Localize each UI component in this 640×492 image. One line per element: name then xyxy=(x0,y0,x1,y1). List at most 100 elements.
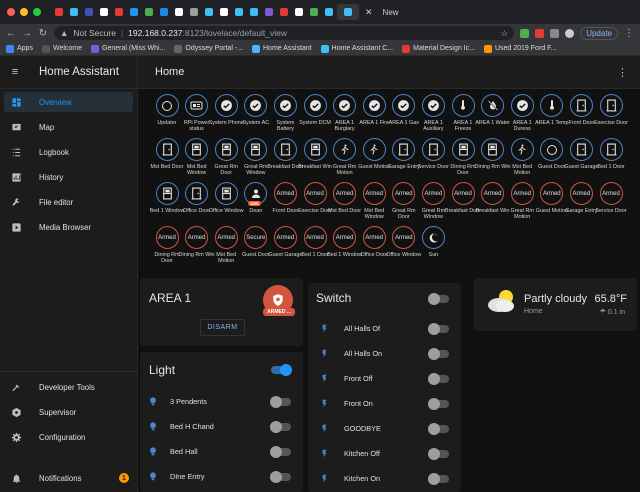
state-badge[interactable]: Armed Guest Motion xyxy=(536,182,568,214)
switch-toggle[interactable] xyxy=(428,347,449,360)
menu-toggle-icon[interactable]: ≡ xyxy=(0,66,30,78)
state-badge[interactable]: Bed 1 Door xyxy=(596,138,626,170)
state-badge[interactable]: Great Rm Door xyxy=(211,138,241,176)
switch-row[interactable]: All Halls On xyxy=(308,347,461,360)
sidebar-item-history[interactable]: History xyxy=(4,167,133,187)
state-badge[interactable]: Office Window xyxy=(209,182,244,214)
sidebar-item-supervisor[interactable]: Supervisor xyxy=(4,402,133,422)
light-row[interactable]: Bed H Chand xyxy=(140,420,303,433)
switch-row[interactable]: All Halls Of xyxy=(308,322,461,335)
state-badge[interactable]: Armed Bed 1 Window xyxy=(327,226,362,258)
state-badge[interactable]: Armed Mst Bed Window xyxy=(359,182,389,220)
state-badge[interactable]: Armed Mst Bed Door xyxy=(328,182,361,214)
weather-card[interactable]: Partly cloudy Home 65.8°F ☂ 0.1 in xyxy=(474,278,637,331)
bookmark-item[interactable]: Home Assistant C... xyxy=(320,44,393,53)
bookmark-item[interactable]: Apps xyxy=(6,44,33,53)
browser-tab[interactable] xyxy=(322,4,335,20)
state-badge[interactable]: Armed Bed 1 Door xyxy=(300,226,330,258)
browser-tab[interactable] xyxy=(67,4,80,20)
browser-tab[interactable] xyxy=(262,4,275,20)
bookmark-item[interactable]: Home Assistant xyxy=(252,44,312,53)
state-badge[interactable]: Armed Great Rm Window xyxy=(418,182,448,220)
state-badge[interactable]: Service Door xyxy=(418,138,449,170)
state-badge[interactable]: Armed Office Door xyxy=(359,226,389,258)
browser-tab[interactable] xyxy=(112,4,125,20)
state-badge[interactable]: Secure Guest Door xyxy=(241,226,271,258)
switch-row[interactable]: GOODBYE xyxy=(308,422,461,435)
state-badge[interactable]: System AC xyxy=(241,94,271,126)
minimize-window-button[interactable] xyxy=(20,8,28,16)
state-badge[interactable]: Mst Bed Window xyxy=(182,138,212,176)
state-badge[interactable]: AREA 1 Burglary xyxy=(330,94,360,132)
state-badge[interactable]: Front Door xyxy=(566,94,596,126)
state-badge[interactable]: Armed Great Rm Motion xyxy=(507,182,537,220)
more-options-icon[interactable]: ⋮ xyxy=(617,66,628,79)
browser-tab[interactable] xyxy=(232,4,245,20)
switch-toggle[interactable] xyxy=(428,472,449,485)
switch-toggle[interactable] xyxy=(428,322,449,335)
state-badge[interactable]: Armed Great Rm Door xyxy=(389,182,419,220)
new-tab-button[interactable]: New xyxy=(383,8,399,17)
sidebar-item-overview[interactable]: Overview xyxy=(4,92,133,112)
bookmark-item[interactable]: Material Design Ic... xyxy=(402,44,475,53)
switch-toggle[interactable] xyxy=(428,422,449,435)
switch-toggle[interactable] xyxy=(428,447,449,460)
close-window-button[interactable] xyxy=(7,8,15,16)
switch-row[interactable]: Kitchen On xyxy=(308,472,461,485)
state-badge[interactable]: AREA 1 Water xyxy=(475,94,510,126)
browser-tab[interactable] xyxy=(292,4,305,20)
light-toggle[interactable] xyxy=(270,470,291,483)
sidebar-item-notifications[interactable]: Notifications 1 xyxy=(4,468,133,488)
browser-tab[interactable] xyxy=(52,4,65,20)
sidebar-item-file-editor[interactable]: File editor xyxy=(4,192,133,212)
switch-row[interactable]: Front On xyxy=(308,397,461,410)
browser-tab[interactable] xyxy=(202,4,215,20)
browser-tab[interactable] xyxy=(277,4,290,20)
state-badge[interactable]: System Battery xyxy=(270,94,300,132)
state-badge[interactable]: Exercise Door xyxy=(594,94,628,126)
state-badge[interactable]: Garage Entry xyxy=(388,138,420,170)
state-badge[interactable]: Armed Exercise Door xyxy=(298,182,332,214)
state-badge[interactable]: Armed Front Door xyxy=(270,182,300,214)
sidebar-item-map[interactable]: Map xyxy=(4,117,133,137)
bookmark-item[interactable]: Welcome xyxy=(41,44,82,53)
state-badge[interactable]: Bed 1 Window xyxy=(150,182,184,214)
browser-tab[interactable] xyxy=(82,4,95,20)
address-bar[interactable]: ▲ Not Secure | 192.168.0.237:8123/lovela… xyxy=(54,26,515,40)
browser-tab[interactable] xyxy=(142,4,155,20)
light-row[interactable]: DIne Entry xyxy=(140,470,303,483)
light-toggle[interactable] xyxy=(270,420,291,433)
sidebar-item-logbook[interactable]: Logbook xyxy=(4,142,133,162)
state-badge[interactable]: Armed Dining Rm Win xyxy=(179,226,215,258)
state-badge[interactable]: AREA 1 Gas xyxy=(389,94,419,126)
state-badge[interactable]: Mst Bed Door xyxy=(151,138,183,170)
state-badge[interactable]: Dining Rm Win xyxy=(475,138,511,170)
state-badge[interactable]: Great Rm Window xyxy=(241,138,271,176)
browser-tab[interactable] xyxy=(217,4,230,20)
switch-toggle[interactable] xyxy=(428,372,449,385)
state-badge[interactable]: Armed Service Door xyxy=(595,182,627,214)
browser-tab[interactable] xyxy=(307,4,320,20)
extension-icon[interactable] xyxy=(520,28,530,38)
sidebar-item-configuration[interactable]: Configuration xyxy=(4,427,133,447)
state-badge[interactable]: Mst Bed Motion xyxy=(507,138,537,176)
browser-tab[interactable] xyxy=(157,4,170,20)
state-badge[interactable]: AREA 1 Temp xyxy=(535,94,569,126)
browser-tab[interactable] xyxy=(247,4,260,20)
state-badge[interactable]: Armed Office Window xyxy=(386,226,421,258)
sidebar-item-developer-tools[interactable]: Developer Tools xyxy=(4,377,133,397)
state-badge[interactable]: AREA 1 Auxiliary xyxy=(418,94,448,132)
state-badge[interactable]: AREA 1 Freeze xyxy=(448,94,478,132)
browser-tab[interactable] xyxy=(172,4,185,20)
state-badge[interactable]: Armed Breakfast Door xyxy=(445,182,481,214)
bookmark-item[interactable]: Used 2019 Ford F... xyxy=(483,44,556,53)
state-badge[interactable]: AREA 1 Fire xyxy=(359,94,389,126)
state-badge[interactable]: Breakfast Door xyxy=(267,138,303,170)
browser-tab[interactable] xyxy=(97,4,110,20)
switch-toggle[interactable] xyxy=(428,397,449,410)
bookmark-item[interactable]: General (Miss Whi... xyxy=(91,44,165,53)
reload-icon[interactable]: ↻ xyxy=(38,28,48,39)
state-badge[interactable]: Great Rm Motion xyxy=(330,138,360,176)
browser-tab[interactable] xyxy=(127,4,140,20)
state-badge[interactable]: Sun xyxy=(418,226,448,258)
